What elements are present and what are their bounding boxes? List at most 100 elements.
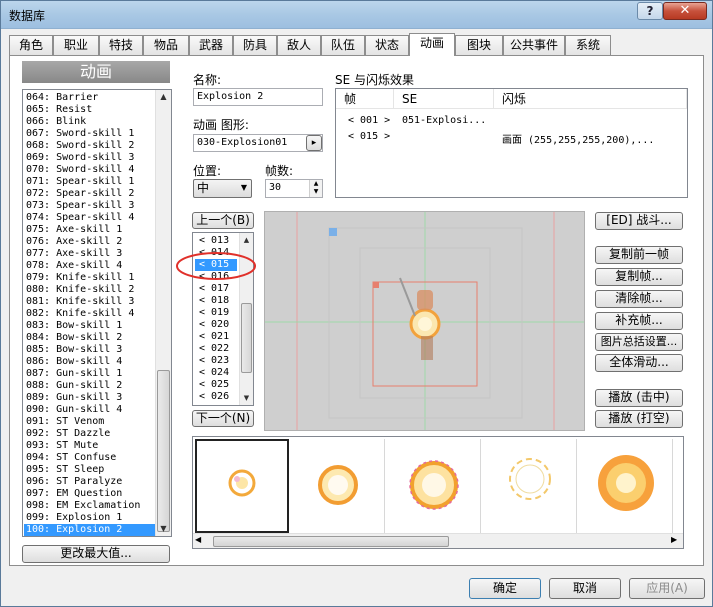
- cell-thumbnail[interactable]: [291, 439, 385, 533]
- list-item[interactable]: 097: EM Question: [26, 488, 122, 500]
- list-item[interactable]: 083: Bow-skill 1: [26, 320, 122, 332]
- copy-frames-button[interactable]: 复制帧...: [595, 268, 683, 286]
- scroll-right-arrow-icon[interactable]: ▶: [671, 535, 677, 544]
- frame-item[interactable]: < 025: [199, 379, 229, 391]
- scroll-thumb[interactable]: [241, 303, 252, 373]
- frame-item[interactable]: < 018: [199, 295, 229, 307]
- list-item[interactable]: 074: Spear-skill 4: [26, 212, 134, 224]
- list-item[interactable]: 092: ST Dazzle: [26, 428, 110, 440]
- scroll-up-arrow-icon[interactable]: ▲: [156, 90, 171, 104]
- frame-item[interactable]: < 019: [199, 307, 229, 319]
- list-item[interactable]: 071: Spear-skill 1: [26, 176, 134, 188]
- frame-item[interactable]: < 020: [199, 319, 229, 331]
- play-hit-button[interactable]: 播放 (击中): [595, 389, 683, 407]
- close-button[interactable]: ✕: [663, 2, 707, 20]
- slide-all-button[interactable]: 全体滑动...: [595, 354, 683, 372]
- list-item[interactable]: 085: Bow-skill 3: [26, 344, 122, 356]
- list-item[interactable]: 066: Blink: [26, 116, 86, 128]
- cell-thumbnail[interactable]: [387, 439, 481, 533]
- tab-5[interactable]: 武器: [189, 35, 233, 55]
- clear-frames-button[interactable]: 清除帧...: [595, 290, 683, 308]
- scroll-thumb[interactable]: [157, 370, 170, 532]
- list-item[interactable]: 069: Sword-skill 3: [26, 152, 134, 164]
- list-item[interactable]: 072: Spear-skill 2: [26, 188, 134, 200]
- list-item[interactable]: 090: Gun-skill 4: [26, 404, 122, 416]
- animation-canvas[interactable]: [264, 211, 585, 431]
- name-input[interactable]: Explosion 2: [193, 88, 323, 106]
- help-button[interactable]: ?: [637, 2, 663, 20]
- list-item[interactable]: 073: Spear-skill 3: [26, 200, 134, 212]
- fill-frames-button[interactable]: 补充帧...: [595, 312, 683, 330]
- tab-9[interactable]: 状态: [365, 35, 409, 55]
- tab-4[interactable]: 物品: [143, 35, 189, 55]
- battle-background-button[interactable]: [ED] 战斗...: [595, 212, 683, 230]
- scroll-up-arrow-icon[interactable]: ▲: [240, 233, 253, 247]
- list-item[interactable]: 095: ST Sleep: [26, 464, 104, 476]
- list-item[interactable]: 087: Gun-skill 1: [26, 368, 122, 380]
- change-max-button[interactable]: 更改最大值...: [22, 545, 170, 563]
- list-item[interactable]: 091: ST Venom: [26, 416, 104, 428]
- frame-item[interactable]: < 013: [199, 235, 229, 247]
- tab-11[interactable]: 图块: [455, 35, 503, 55]
- frame-count-stepper[interactable]: ▲ ▼: [309, 180, 322, 197]
- animation-list-scrollbar[interactable]: ▲ ▼: [155, 90, 171, 536]
- tab-6[interactable]: 防具: [233, 35, 277, 55]
- prev-frame-button[interactable]: 上一个(B): [192, 212, 254, 229]
- tab-12[interactable]: 公共事件: [503, 35, 565, 55]
- se-column-frame[interactable]: 帧: [336, 89, 394, 109]
- se-row-frame[interactable]: < 015 >: [348, 131, 390, 142]
- cell-thumbnail[interactable]: [483, 439, 577, 533]
- position-select[interactable]: 中 ▼: [193, 179, 252, 198]
- tab-13[interactable]: 系统: [565, 35, 611, 55]
- se-row-se[interactable]: 051-Explosi...: [402, 115, 486, 126]
- list-item[interactable]: 099: Explosion 1: [26, 512, 122, 524]
- list-item[interactable]: 094: ST Confuse: [26, 452, 116, 464]
- list-item[interactable]: 065: Resist: [26, 104, 92, 116]
- list-item[interactable]: 076: Axe-skill 2: [26, 236, 122, 248]
- list-item[interactable]: 089: Gun-skill 3: [26, 392, 122, 404]
- scroll-thumb[interactable]: [213, 536, 449, 547]
- list-item[interactable]: 084: Bow-skill 2: [26, 332, 122, 344]
- list-item[interactable]: 077: Axe-skill 3: [26, 248, 122, 260]
- list-item[interactable]: 088: Gun-skill 2: [26, 380, 122, 392]
- list-item[interactable]: 067: Sword-skill 1: [26, 128, 134, 140]
- list-item[interactable]: 080: Knife-skill 2: [26, 284, 134, 296]
- list-item[interactable]: 098: EM Exclamation: [26, 500, 140, 512]
- scroll-left-arrow-icon[interactable]: ◀: [195, 535, 201, 544]
- se-row-frame[interactable]: < 001 >: [348, 115, 390, 126]
- cell-thumbnail[interactable]: [579, 439, 673, 533]
- tab-7[interactable]: 敌人: [277, 35, 321, 55]
- cell-thumbnail[interactable]: [195, 439, 289, 533]
- list-item[interactable]: 079: Knife-skill 1: [26, 272, 134, 284]
- cell-strip-scrollbar[interactable]: ◀ ▶: [193, 533, 683, 548]
- scroll-down-arrow-icon[interactable]: ▼: [156, 522, 171, 536]
- se-column-flash[interactable]: 闪烁: [494, 89, 687, 109]
- frame-item[interactable]: < 026: [199, 391, 229, 403]
- frame-item[interactable]: < 023: [199, 355, 229, 367]
- frame-item[interactable]: < 022: [199, 343, 229, 355]
- animation-cell-strip[interactable]: ◀ ▶: [192, 436, 684, 549]
- tab-8[interactable]: 队伍: [321, 35, 365, 55]
- list-item[interactable]: 082: Knife-skill 4: [26, 308, 134, 320]
- se-flash-table[interactable]: 帧 SE 闪烁 < 001 > 051-Explosi... < 015 > 画…: [335, 88, 688, 198]
- cancel-button[interactable]: 取消: [549, 578, 621, 599]
- frame-item[interactable]: < 021: [199, 331, 229, 343]
- tab-10[interactable]: 动画: [409, 33, 455, 56]
- tab-3[interactable]: 特技: [99, 35, 143, 55]
- next-frame-button[interactable]: 下一个(N): [192, 410, 254, 427]
- list-item[interactable]: 064: Barrier: [26, 92, 98, 104]
- se-column-se[interactable]: SE: [394, 89, 494, 109]
- list-item[interactable]: 086: Bow-skill 4: [26, 356, 122, 368]
- tab-2[interactable]: 职业: [53, 35, 99, 55]
- list-item[interactable]: 068: Sword-skill 2: [26, 140, 134, 152]
- apply-button[interactable]: 应用(A): [629, 578, 705, 599]
- cell-thumbnail[interactable]: [675, 439, 683, 533]
- list-item[interactable]: 078: Axe-skill 4: [26, 260, 122, 272]
- list-item[interactable]: 075: Axe-skill 1: [26, 224, 122, 236]
- copy-previous-frame-button[interactable]: 复制前一帧: [595, 246, 683, 264]
- list-item[interactable]: 096: ST Paralyze: [26, 476, 122, 488]
- se-row-flash[interactable]: 画面 (255,255,255,200),...: [502, 131, 654, 146]
- play-miss-button[interactable]: 播放 (打空): [595, 410, 683, 428]
- ok-button[interactable]: 确定: [469, 578, 541, 599]
- scroll-down-arrow-icon[interactable]: ▼: [240, 391, 253, 405]
